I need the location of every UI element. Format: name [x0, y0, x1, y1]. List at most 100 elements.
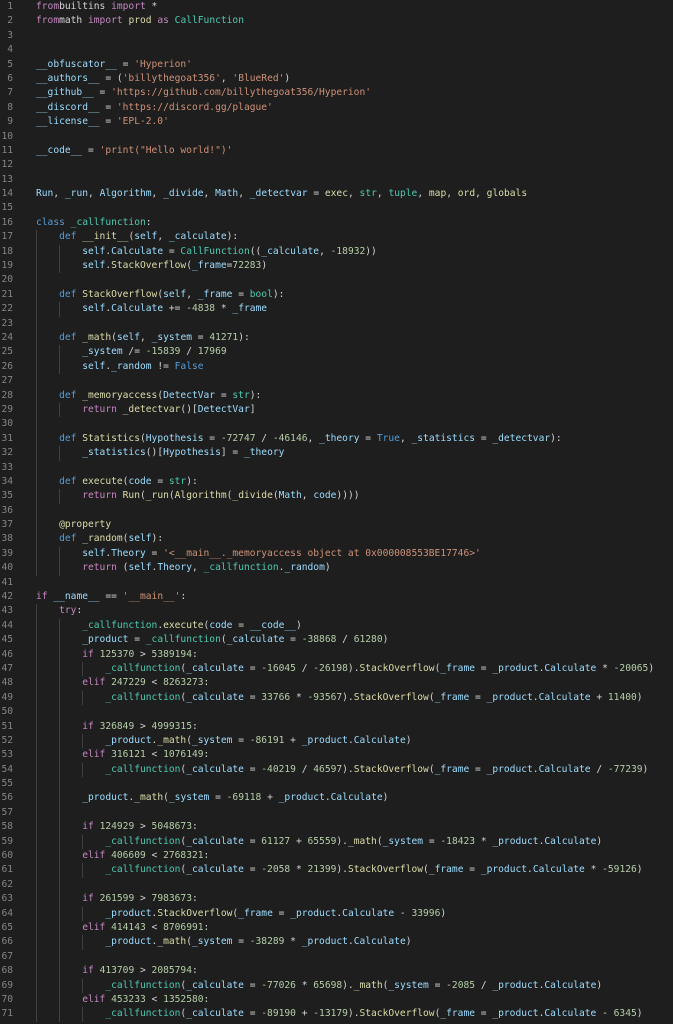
code-line[interactable]: 69 _callfunction(_calculate = -77026 * 6…	[0, 978, 673, 993]
code-line[interactable]: 64 _product.StackOverflow(_frame = _prod…	[0, 906, 673, 921]
code-line[interactable]: 11 __code__ = 'print("Hello world!")'	[0, 144, 673, 158]
code-line[interactable]: 8 __discord__ = 'https://discord.gg/plagu…	[0, 101, 673, 115]
code-line[interactable]: 52 _product._math(_system = -86191 + _pr…	[0, 733, 673, 749]
code-line[interactable]: 17 def __init__(self, _calculate):	[0, 230, 673, 245]
code-line[interactable]: 7 __github__ = 'https://github.com/billyt…	[0, 86, 673, 100]
code-token: if	[82, 648, 94, 660]
code-token: ):	[550, 432, 562, 444]
code-token: /	[255, 432, 273, 444]
code-line[interactable]: 6 __authors__ = ('billythegoat356', 'Blue…	[0, 72, 673, 86]
code-line[interactable]: 12	[0, 158, 673, 172]
code-line[interactable]: 56 _product._math(_system = -69118 + _pr…	[0, 791, 673, 806]
code-line[interactable]: 37 @property	[0, 518, 673, 533]
code-line[interactable]: 54 _callfunction(_calculate = -40219 / 4…	[0, 762, 673, 778]
code-token: ,	[475, 188, 487, 200]
code-line[interactable]: 71 _callfunction(_calculate = -89190 + -…	[0, 1007, 673, 1022]
code-line[interactable]: 21 def StackOverflow(self, _frame = bool…	[0, 287, 673, 303]
code-line[interactable]: 59 _callfunction(_calculate = 61127 + 65…	[0, 834, 673, 850]
line-number: 17	[1, 231, 13, 243]
code-line[interactable]: 18 self.Calculate = CallFunction((_calcu…	[0, 244, 673, 260]
code-token: =	[99, 101, 117, 113]
code-line[interactable]: 65 elif 414143 < 8706991:	[0, 921, 673, 936]
code-line[interactable]: 16 class _callfunction:	[0, 216, 673, 230]
code-line[interactable]: 30	[0, 417, 673, 432]
code-line[interactable]: 51 if 326849 > 4999315:	[0, 719, 673, 734]
code-token: 21399	[307, 864, 337, 876]
code-line[interactable]: 63 if 261599 > 7983673:	[0, 892, 673, 907]
code-token: =	[243, 864, 262, 876]
code-line[interactable]: 41	[0, 576, 673, 590]
code-line[interactable]: 50	[0, 705, 673, 720]
code-token: _random	[284, 562, 325, 574]
code-line[interactable]: 4	[0, 43, 673, 57]
code-line[interactable]: 34 def execute(code = str):	[0, 474, 673, 490]
line-number: 37	[1, 519, 13, 531]
code-line[interactable]: 49 _callfunction(_calculate = 33766 * -9…	[0, 690, 673, 706]
code-line[interactable]: 36	[0, 503, 673, 519]
code-line[interactable]: 29 return _detectvar()[DetectVar]	[0, 402, 673, 418]
code-editor[interactable]: 1 frombuiltins import * 2 frommath import p…	[0, 0, 673, 1024]
code-token: =	[428, 979, 447, 991]
code-line[interactable]: 27	[0, 374, 673, 389]
code-line[interactable]: 13	[0, 173, 673, 187]
code-line[interactable]: 32 _statistics()[Hypothesis] = _theory	[0, 446, 673, 461]
code-line[interactable]: 20	[0, 273, 673, 288]
line-number: 59	[1, 835, 13, 847]
code-token: -46146	[272, 432, 308, 444]
code-line[interactable]: 42 if __name__ == '__main__':	[0, 590, 673, 604]
code-token: _theory	[319, 432, 360, 444]
code-line[interactable]: 14 Run, _run, Algorithm, _divide, Math, _…	[0, 187, 673, 201]
code-line[interactable]: 44 _callfunction.execute(code = __code__…	[0, 618, 673, 634]
code-line[interactable]: 15	[0, 201, 673, 215]
code-line[interactable]: 43 try:	[0, 604, 673, 619]
code-text: return _detectvar()[DetectVar]	[36, 403, 255, 417]
code-line[interactable]: 58 if 124929 > 5048673:	[0, 820, 673, 835]
code-line[interactable]: 10	[0, 130, 673, 144]
code-line[interactable]: 1 frombuiltins import *	[0, 0, 673, 14]
code-line[interactable]: 45 _product = _callfunction(_calculate =…	[0, 633, 673, 648]
code-line[interactable]: 26 self._random != False	[0, 359, 673, 375]
code-line[interactable]: 3	[0, 29, 673, 43]
code-token: def	[59, 389, 77, 401]
code-line[interactable]: 46 if 125370 > 5389194:	[0, 647, 673, 662]
code-token: _calculate	[226, 634, 285, 646]
code-line[interactable]: 66 _product._math(_system = -38289 * _pr…	[0, 935, 673, 950]
code-token: =	[463, 864, 481, 876]
code-line[interactable]: 23	[0, 316, 673, 331]
code-token: -93567	[307, 691, 343, 703]
code-line[interactable]: 5 __obfuscator__ = 'Hyperion'	[0, 58, 673, 72]
code-token: _run	[64, 188, 88, 200]
code-line[interactable]: 25 _system /= -15839 / 17969	[0, 345, 673, 360]
code-text: _callfunction.execute(code = __code__)	[36, 619, 302, 633]
code-line[interactable]: 57	[0, 805, 673, 821]
code-line[interactable]: 53 elif 316121 < 1076149:	[0, 748, 673, 763]
code-line[interactable]: 67	[0, 949, 673, 965]
code-line[interactable]: 68 if 413709 > 2085794:	[0, 964, 673, 979]
code-line[interactable]: 55	[0, 777, 673, 792]
code-line[interactable]: 35 return Run(_run(Algorithm(_divide(Mat…	[0, 489, 673, 504]
code-line[interactable]: 2 frommath import prod as CallFunction	[0, 14, 673, 28]
code-line[interactable]: 48 elif 247229 < 8263273:	[0, 676, 673, 691]
code-token: _math	[134, 792, 164, 804]
code-line[interactable]: 33	[0, 460, 673, 475]
code-line[interactable]: 19 self.StackOverflow(_frame=72283)	[0, 259, 673, 274]
code-line[interactable]: 62	[0, 877, 673, 893]
code-line[interactable]: 40 return (self.Theory, _callfunction._r…	[0, 561, 673, 576]
code-line[interactable]: 61 _callfunction(_calculate = -2058 * 21…	[0, 863, 673, 878]
code-token: ,	[186, 288, 198, 300]
code-line[interactable]: 47 _callfunction(_calculate = -16045 / -…	[0, 661, 673, 677]
code-line[interactable]: 24 def _math(self, _system = 41271):	[0, 330, 673, 346]
code-line[interactable]: 31 def Statistics(Hypothesis = -72747 / …	[0, 431, 673, 447]
code-line[interactable]: 39 self.Theory = '<__main__._memoryacces…	[0, 546, 673, 562]
code-text: self.Theory = '<__main__._memoryaccess o…	[36, 547, 481, 561]
code-line[interactable]: 60 elif 406609 < 2768321:	[0, 849, 673, 864]
code-line[interactable]: 70 elif 453233 < 1352580:	[0, 992, 673, 1008]
code-line[interactable]: 9 __license__ = 'EPL-2.0'	[0, 115, 673, 129]
code-line[interactable]: 22 self.Calculate += -4838 * _frame	[0, 302, 673, 317]
code-token: *	[475, 835, 493, 847]
code-line[interactable]: 28 def _memoryaccess(DetectVar = str):	[0, 388, 673, 403]
code-line[interactable]: 38 def _random(self):	[0, 532, 673, 547]
line-number: 35	[1, 490, 13, 502]
